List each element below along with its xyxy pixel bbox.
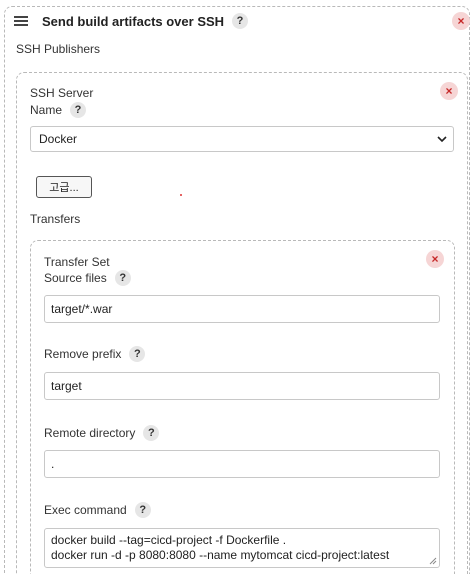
name-help-icon[interactable]: ? — [70, 102, 87, 118]
remote-directory-label-row: Remote directory ? — [44, 425, 160, 441]
delete-transfer-set-icon[interactable]: × — [426, 250, 444, 268]
ssh-server-heading: SSH Server — [30, 86, 94, 100]
remove-prefix-label: Remove prefix — [44, 347, 122, 361]
remove-prefix-help-icon[interactable]: ? — [129, 346, 146, 362]
name-label-row: Name ? — [30, 102, 87, 118]
remove-prefix-label-row: Remove prefix ? — [44, 346, 146, 362]
advanced-button[interactable]: 고급... — [36, 176, 92, 198]
remote-directory-label: Remote directory — [44, 426, 136, 440]
drag-handle-icon[interactable] — [14, 16, 28, 26]
delete-publisher-icon[interactable]: × — [452, 12, 470, 30]
section-title: Send build artifacts over SSH — [42, 13, 225, 29]
source-files-label-row: Source files ? — [44, 270, 131, 286]
delete-ssh-server-icon[interactable]: × — [440, 82, 458, 100]
section-help-icon[interactable]: ? — [232, 13, 249, 29]
ssh-publishers-label: SSH Publishers — [16, 42, 101, 56]
name-label: Name — [30, 103, 63, 117]
remote-directory-help-icon[interactable]: ? — [143, 425, 160, 441]
server-name-select[interactable]: Docker — [30, 126, 454, 152]
exec-command-line: docker build --tag=cicd-project -f Docke… — [51, 533, 287, 547]
exec-command-label-row: Exec command ? — [44, 502, 151, 518]
exec-command-line: docker run -d -p 8080:8080 --name mytomc… — [51, 548, 390, 562]
exec-command-label: Exec command — [44, 503, 127, 517]
remote-directory-input[interactable]: . — [44, 450, 440, 478]
source-files-label: Source files — [44, 271, 107, 285]
exec-command-help-icon[interactable]: ? — [134, 502, 151, 518]
remove-prefix-input[interactable]: target — [44, 372, 440, 400]
source-files-input[interactable]: target/*.war — [44, 295, 440, 323]
section-header: Send build artifacts over SSH ? — [14, 10, 249, 32]
server-name-value: Docker — [39, 132, 78, 146]
source-files-help-icon[interactable]: ? — [114, 270, 131, 286]
transfers-label: Transfers — [30, 212, 81, 226]
decorative-dot — [180, 194, 182, 196]
transfer-set-heading: Transfer Set — [44, 255, 110, 269]
exec-command-textarea[interactable]: docker build --tag=cicd-project -f Docke… — [44, 528, 440, 568]
resize-handle-icon[interactable] — [429, 557, 437, 565]
chevron-down-icon — [437, 136, 447, 143]
transfer-set-container — [30, 240, 455, 574]
